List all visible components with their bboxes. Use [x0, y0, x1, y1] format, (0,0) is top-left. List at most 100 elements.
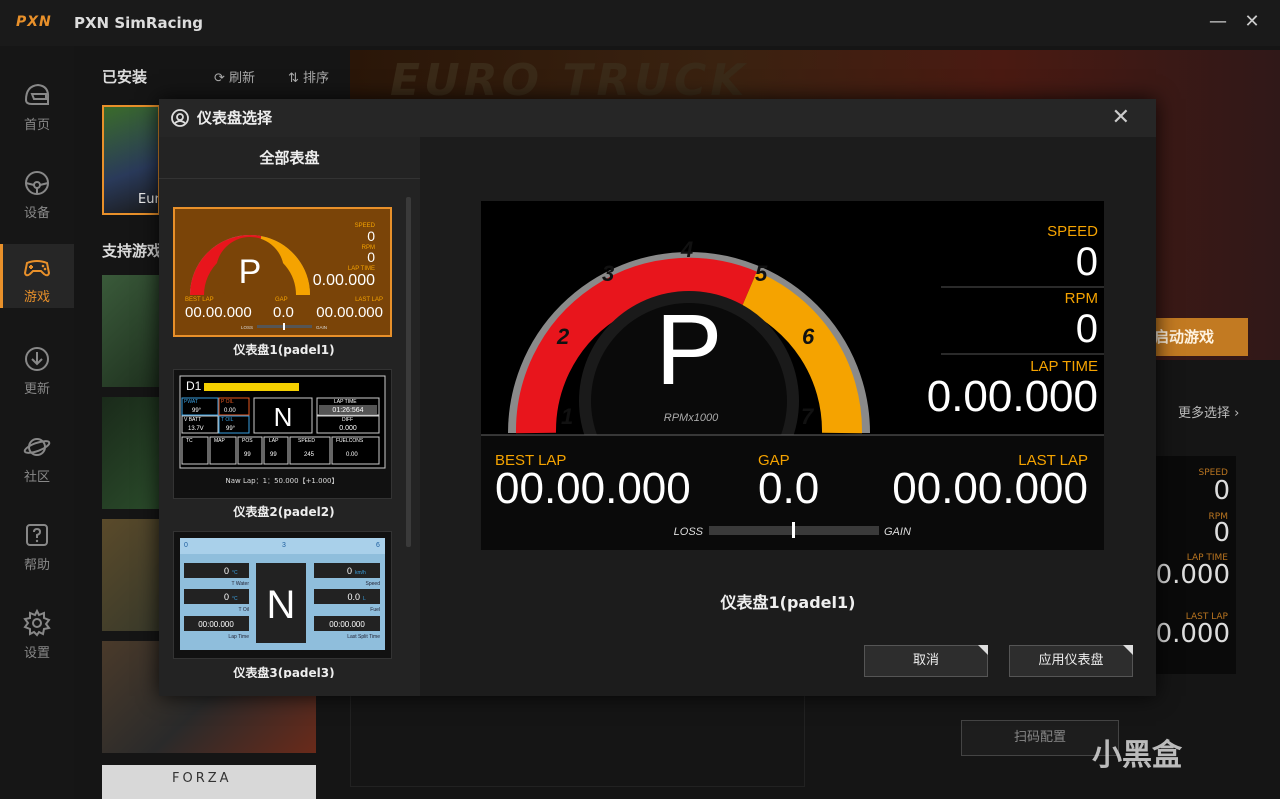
svg-text:P OIL: P OIL	[221, 399, 234, 405]
sidebar-item-update[interactable]: 更新	[0, 336, 74, 400]
svg-text:T Oil: T Oil	[239, 607, 249, 613]
installed-title: 已安装	[102, 68, 148, 86]
dashboard-1-thumbnail: P SPEED 0 RPM 0 LAP TIME 0.00.000 BEST L…	[185, 223, 383, 330]
svg-text:00.00.000: 00.00.000	[185, 304, 252, 321]
preview-caption: 仪表盘1(padel1)	[720, 593, 856, 612]
close-window-button[interactable]: ✕	[1240, 10, 1264, 34]
dashboard-select-dialog: 仪表盘选择 ✕ 全部表盘 P SPEED 0 RPM 0 LAP TIME 0.…	[159, 99, 1156, 696]
svg-text:4: 4	[680, 237, 693, 262]
sidebar-item-label: 首页	[23, 118, 50, 133]
dashboard-card-3[interactable]: 0 3 6 0 °C T Water 0 °C T Oil 00:00.000 La…	[173, 531, 392, 659]
dashboard-preview-graphic: 1 2 3 4 5 6 7 P RPMx1000 SPEED 0 RPM 0 L…	[481, 223, 1104, 550]
svg-text:6: 6	[376, 542, 380, 549]
sidebar-item-home[interactable]: 首页	[0, 72, 74, 136]
svg-text:0: 0	[367, 228, 375, 244]
installed-game-thumb[interactable]: Eur	[102, 105, 160, 215]
svg-text:TC: TC	[186, 438, 193, 444]
svg-text:°C: °C	[232, 596, 238, 602]
svg-text:DIFF: DIFF	[342, 417, 353, 423]
installed-game-caption: Eur	[138, 192, 160, 207]
preview-rpm-value: 0	[1076, 307, 1098, 351]
svg-text:km/h: km/h	[355, 570, 366, 576]
svg-text:T OIL: T OIL	[221, 417, 234, 423]
sidebar-item-games[interactable]: 游戏	[0, 244, 74, 308]
preview-last-value: 00.00.000	[892, 464, 1088, 513]
thumb2-gear: N	[274, 402, 293, 432]
svg-text:0.00: 0.00	[346, 452, 358, 458]
bg-lastlap-value: 0.000	[1155, 619, 1230, 649]
svg-text:T Water: T Water	[231, 581, 249, 587]
svg-text:00.00.000: 00.00.000	[316, 304, 383, 321]
watermark: 小黑盒	[1092, 738, 1182, 773]
svg-text:0: 0	[347, 566, 352, 576]
svg-text:POS: POS	[242, 438, 253, 444]
sidebar-item-label: 设备	[23, 206, 50, 221]
preview-rpm-label: RPM	[1065, 290, 1098, 307]
cancel-button[interactable]: 取消	[864, 645, 988, 677]
sidebar-item-label: 设置	[23, 646, 50, 661]
dashboard-card-2-caption: 仪表盘2(padel2)	[233, 505, 335, 519]
svg-text:0.0: 0.0	[273, 304, 294, 321]
dashboard-2-thumbnail: D1 PWAT 99° P OIL 0.00 V BATT 13.7V T OIL 99…	[179, 375, 386, 485]
svg-text:0: 0	[224, 592, 229, 602]
wheel-icon	[25, 171, 49, 195]
svg-text:V BATT: V BATT	[184, 417, 201, 423]
bottom-panel	[350, 690, 805, 787]
sidebar-item-settings[interactable]: 设置	[0, 600, 74, 664]
preview-gear: P	[656, 294, 723, 406]
refresh-button[interactable]: ⟳ 刷新	[214, 67, 255, 86]
svg-text:00:00.000: 00:00.000	[329, 620, 365, 629]
game-thumb-caption: FORZA	[172, 771, 232, 786]
minimize-button[interactable]: —	[1206, 10, 1230, 34]
dashboard-list-header: 全部表盘	[159, 137, 420, 179]
svg-text:LAP: LAP	[269, 438, 279, 444]
apply-dashboard-button[interactable]: 应用仪表盘	[1009, 645, 1133, 677]
background-dashboard: SPEED 0 RPM 0 LAP TIME 0.000 LAST LAP 0.…	[1154, 456, 1236, 674]
game-thumb[interactable]: FORZA	[102, 765, 316, 799]
dashboard-icon	[171, 109, 189, 127]
dialog-title: 仪表盘选择	[197, 109, 273, 127]
sort-button[interactable]: ⇅ 排序	[288, 67, 329, 86]
preview-gap-value: 0.0	[758, 464, 819, 513]
more-select-link[interactable]: 更多选择 ›	[1178, 402, 1239, 421]
helmet-icon	[24, 83, 50, 105]
dashboard-card-1[interactable]: P SPEED 0 RPM 0 LAP TIME 0.00.000 BEST L…	[173, 207, 392, 337]
thumb2-title: D1	[186, 379, 202, 393]
preview-speed-value: 0	[1076, 240, 1098, 284]
svg-text:5: 5	[755, 261, 768, 286]
sidebar-item-label: 游戏	[23, 290, 50, 305]
preview-laptime-value: 0.00.000	[927, 372, 1098, 421]
svg-text:3: 3	[602, 261, 614, 286]
thumb1-gear: P	[239, 253, 262, 291]
svg-text:13.7V: 13.7V	[188, 426, 204, 432]
svg-text:Fuel: Fuel	[370, 607, 380, 613]
thumb3-gear: N	[267, 583, 296, 627]
svg-text:Lap Time: Lap Time	[228, 634, 249, 640]
planet-icon	[23, 438, 51, 456]
launch-game-button[interactable]: 启动游戏	[1140, 318, 1248, 356]
sidebar-item-community[interactable]: 社区	[0, 424, 74, 488]
svg-text:245: 245	[304, 452, 315, 458]
svg-text:0.0: 0.0	[347, 592, 360, 602]
dashboard-card-2[interactable]: D1 PWAT 99° P OIL 0.00 V BATT 13.7V T OIL 99…	[173, 369, 392, 499]
svg-text:L: L	[363, 596, 366, 602]
sidebar-item-label: 社区	[23, 470, 50, 485]
bg-speed-value: 0	[1213, 476, 1230, 506]
sidebar-item-device[interactable]: 设备	[0, 160, 74, 224]
gear-icon	[23, 608, 51, 637]
preview-speed-label: SPEED	[1047, 223, 1098, 240]
dashboard-card-1-caption: 仪表盘1(padel1)	[233, 343, 335, 357]
app-title: PXN SimRacing	[74, 14, 204, 32]
svg-text:0.00: 0.00	[224, 408, 236, 414]
preview-best-value: 00.00.000	[495, 464, 691, 513]
scan-config-label: 扫码配置	[1013, 730, 1066, 745]
svg-text:LAP TIME: LAP TIME	[334, 399, 357, 405]
svg-text:0: 0	[184, 542, 188, 549]
preview-loss-label: LOSS	[674, 526, 704, 538]
svg-text:°C: °C	[232, 570, 238, 576]
svg-text:0: 0	[224, 566, 229, 576]
svg-text:0: 0	[367, 249, 375, 265]
dashboard-list-scrollbar[interactable]	[406, 197, 411, 547]
sidebar-item-help[interactable]: 帮助	[0, 512, 74, 576]
dialog-close-button[interactable]: ✕	[1112, 105, 1130, 130]
